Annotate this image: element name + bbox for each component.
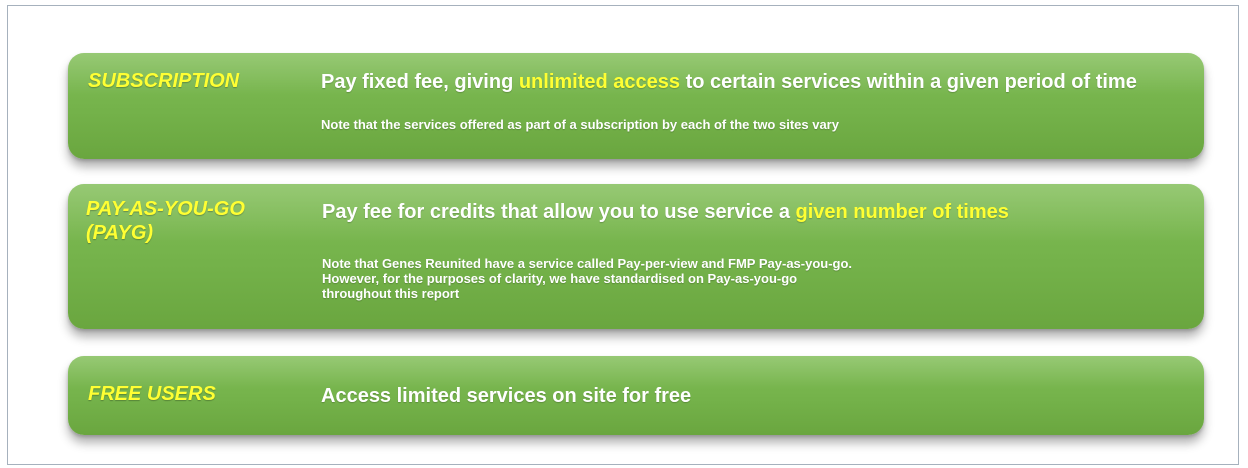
free-users-label: FREE USERS [88,383,216,405]
free-users-panel: FREE USERS Access limited services on si… [68,356,1204,435]
payg-label-line: (PAYG) [86,222,154,244]
payg-highlight: given number of times [795,201,1009,223]
free-users-description: Access limited services on site for free [321,385,692,407]
payg-note-line: However, for the purposes of clarity, we… [322,271,798,286]
subscription-description-text-end: to certain services within a given perio… [680,71,1137,93]
subscription-note-line: Note that the services offered as part o… [321,117,839,132]
subscription-label: SUBSCRIPTION [88,70,240,92]
payg-description-text: Pay fee for credits that allow you to us… [322,201,796,223]
payg-note: Note that Genes Reunited have a service … [322,256,852,301]
subscription-note: Note that the services offered as part o… [321,117,839,132]
payg-note-line: Note that Genes Reunited have a service … [322,256,853,271]
payg-panel: PAY-AS-YOU-GO (PAYG) Pay fee for credits… [68,184,1204,329]
subscription-description: Pay fixed fee, giving unlimited access t… [321,72,1181,92]
payg-description: Pay fee for credits that allow you to us… [322,202,1192,222]
payg-label: PAY-AS-YOU-GO (PAYG) [86,197,245,245]
subscription-panel: SUBSCRIPTION Pay fixed fee, giving unlim… [68,53,1204,159]
payg-label-line: PAY-AS-YOU-GO [86,198,245,220]
subscription-description-text: Pay fixed fee, giving [321,71,519,93]
subscription-highlight: unlimited access [518,71,681,93]
payg-note-line: throughout this report [322,286,460,301]
slide-frame: SUBSCRIPTION Pay fixed fee, giving unlim… [7,5,1239,465]
